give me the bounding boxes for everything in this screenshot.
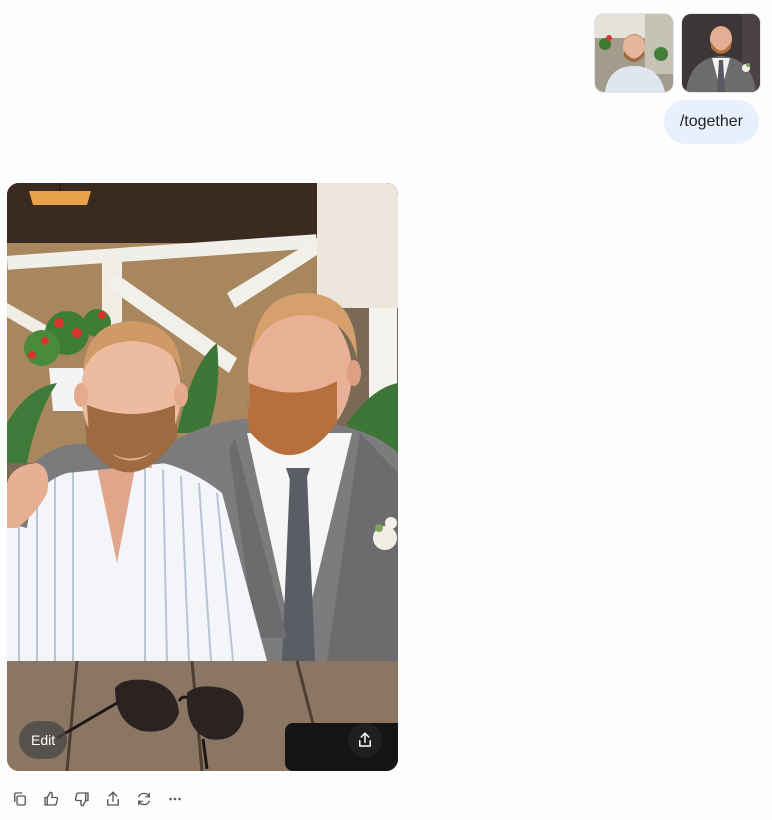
generated-image (7, 183, 398, 771)
share-up-icon (359, 732, 371, 747)
copy-icon (14, 792, 26, 806)
regenerate-button[interactable] (132, 787, 156, 811)
thumbnail-2-image (682, 14, 760, 92)
attachment-thumbnail-2[interactable] (681, 13, 761, 93)
thumbs-up-button[interactable] (39, 787, 63, 811)
regenerate-icon (138, 792, 150, 806)
more-icon (169, 797, 181, 801)
thumbs-down-icon (74, 792, 89, 807)
thumbs-up-icon (44, 791, 59, 806)
share-button[interactable] (101, 787, 125, 811)
response-action-bar (8, 787, 187, 811)
share-image-button[interactable] (348, 723, 382, 757)
share-icon (107, 791, 119, 806)
chat-page: /together Edit (0, 0, 772, 820)
thumbnail-1-image (595, 14, 673, 92)
more-options-button[interactable] (163, 787, 187, 811)
edit-image-button[interactable]: Edit (19, 721, 68, 759)
thumbs-down-button[interactable] (70, 787, 94, 811)
generated-image-card[interactable]: Edit (7, 183, 398, 771)
user-message-bubble: /together (663, 100, 759, 144)
edit-button-label: Edit (31, 732, 56, 748)
user-message-text: /together (679, 113, 743, 130)
copy-button[interactable] (8, 787, 32, 811)
attachment-thumbnail-1[interactable] (594, 13, 674, 93)
